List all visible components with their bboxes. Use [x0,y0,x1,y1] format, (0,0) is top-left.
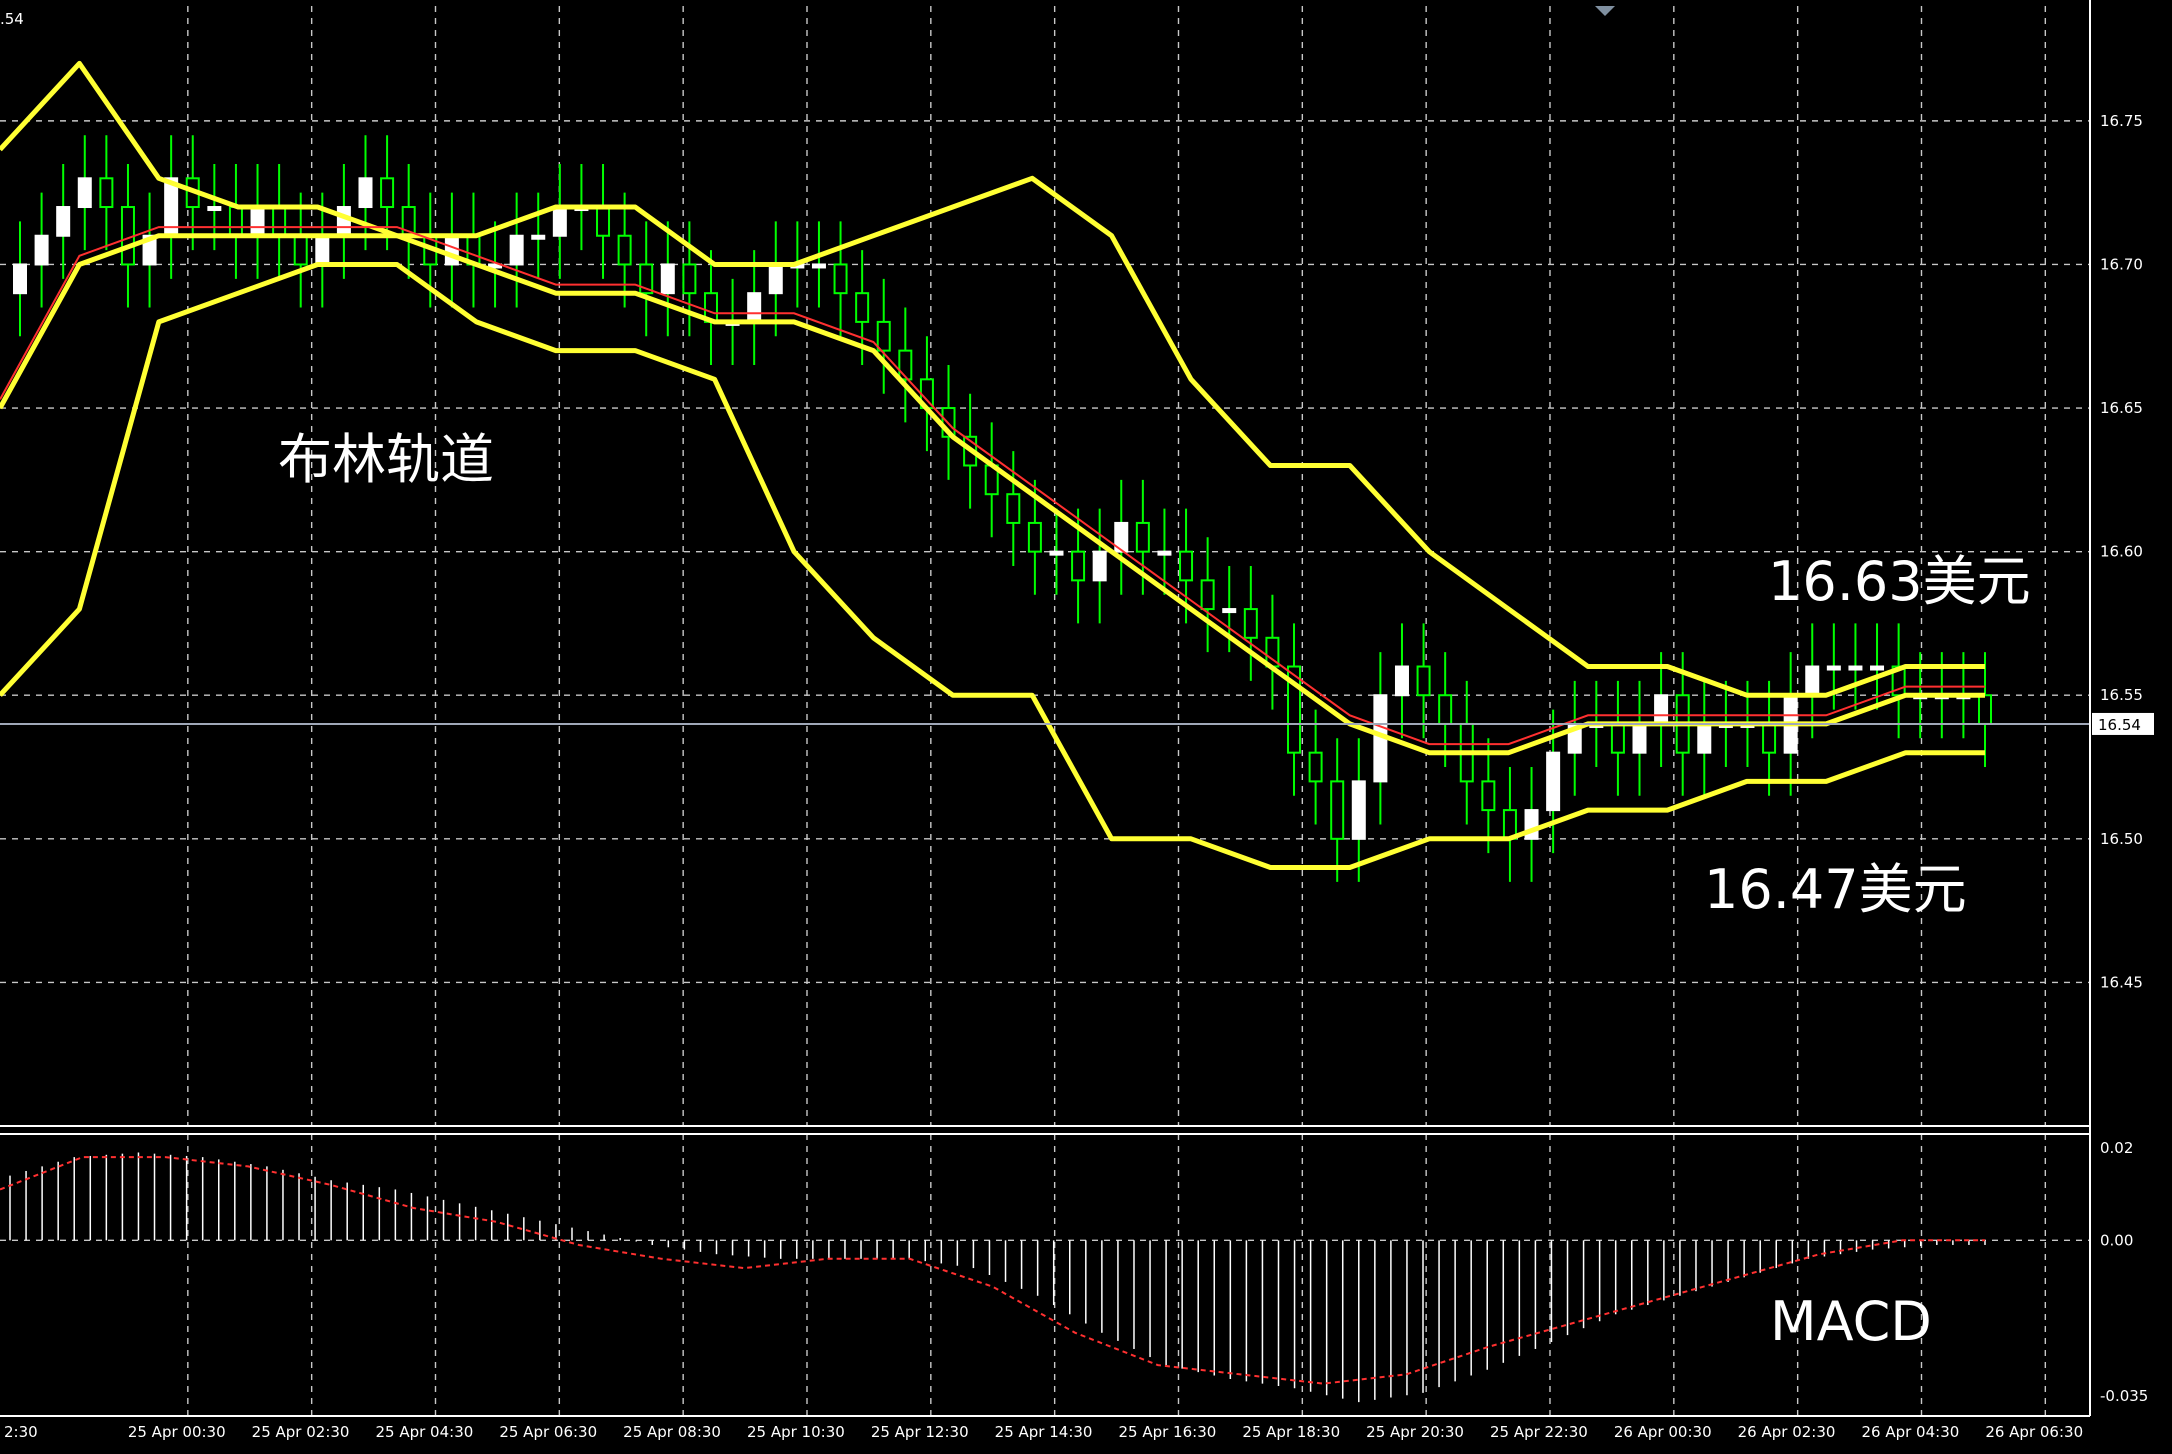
x-tick-label: 25 Apr 22:30 [1490,1423,1588,1441]
candle-body [336,206,351,237]
candle-body [1135,521,1150,553]
x-tick-label: 25 Apr 14:30 [995,1423,1093,1441]
y-tick-label: 16.60 [2100,543,2143,561]
lower-price-label: 16.47美元 [1704,858,1967,921]
x-tick-label: 25 Apr 12:30 [871,1423,969,1441]
candle-body [272,206,287,237]
x-tick-label: 25 Apr 08:30 [623,1423,721,1441]
x-tick-label: 26 Apr 06:30 [1985,1423,2083,1441]
candle-body [1654,694,1669,725]
candle-body [898,349,913,381]
candle-body [1870,665,1885,671]
candle-body [1546,751,1561,812]
candle-body [380,177,395,209]
x-tick-label: 25 Apr 16:30 [1118,1423,1216,1441]
candle-body [444,234,459,266]
candle-body [1308,751,1323,783]
candle-body [747,292,762,323]
candle-body [617,234,632,266]
current-price-value: 16.54 [2098,716,2141,734]
candle-body [1632,722,1647,754]
candle-body [596,206,611,237]
corner-price-label: .54 [0,10,24,28]
candle-body [1805,665,1820,697]
macd-y-tick-label: 0.02 [2100,1139,2133,1157]
y-tick-label: 16.70 [2100,255,2143,273]
candle-body [1416,665,1431,697]
candle-body [1394,665,1409,697]
candle-body [876,320,891,352]
candle-body [768,263,783,295]
candle-body [811,263,826,269]
candle-body [682,263,697,295]
candle-body [1157,550,1172,556]
candle-body [1049,550,1064,556]
candle-body [207,206,222,212]
candle-body [13,263,27,295]
candle-body [509,234,524,266]
candle-body [1179,550,1194,582]
x-tick-label: 2:30 [4,1423,38,1441]
candle-body [250,206,265,237]
candle-body [552,206,567,237]
x-tick-label: 25 Apr 20:30 [1366,1423,1464,1441]
candle-body [1092,550,1107,582]
candle-body [56,206,71,237]
candle-body [1071,550,1086,582]
x-tick-label: 26 Apr 04:30 [1861,1423,1959,1441]
candle-body [1438,694,1453,725]
candle-body [1481,780,1496,812]
candle-body [1330,780,1345,840]
x-tick-label: 25 Apr 06:30 [499,1423,597,1441]
x-tick-label: 25 Apr 04:30 [375,1423,473,1441]
candle-body [1027,521,1042,553]
candle-body [1610,722,1625,754]
candle-body [99,177,114,209]
y-tick-label: 16.45 [2100,973,2143,991]
x-tick-label: 26 Apr 00:30 [1614,1423,1712,1441]
y-tick-label: 16.50 [2100,830,2143,848]
y-tick-label: 16.55 [2100,686,2143,704]
macd-y-tick-label: 0.00 [2100,1231,2133,1249]
candle-body [1222,608,1237,614]
candle-body [1200,579,1215,611]
bollinger-label: 布林轨道 [278,428,494,491]
x-tick-label: 25 Apr 10:30 [747,1423,845,1441]
candle-body [1697,722,1712,754]
candle-body [1243,608,1258,639]
candle-body [34,234,49,266]
candle-body [1762,722,1777,754]
candle-body [1826,665,1841,671]
candle-body [531,234,546,240]
macd-y-tick-label: -0.035 [2100,1387,2148,1405]
x-tick-label: 25 Apr 00:30 [128,1423,226,1441]
candle-body [1351,780,1366,840]
candle-body [358,177,373,209]
candle-body [1006,493,1021,524]
upper-price-label: 16.63美元 [1768,550,2031,613]
x-tick-label: 25 Apr 02:30 [252,1423,350,1441]
x-tick-label: 25 Apr 18:30 [1242,1423,1340,1441]
y-tick-label: 16.75 [2100,112,2143,130]
candle-body [1978,694,1992,725]
candle-body [293,234,308,266]
macd-label: MACD [1770,1290,1932,1353]
candle-body [315,234,330,266]
x-tick-label: 26 Apr 02:30 [1738,1423,1836,1441]
candle-body [660,263,675,295]
candle-body [1848,665,1863,671]
price-chart: 2:30 25 Apr 00:30 25 Apr 02:30 25 Apr 04:30… [0,0,2172,1454]
candle-body [228,206,243,237]
y-tick-label: 16.65 [2100,399,2143,417]
candle-body [77,177,92,209]
candle-body [855,292,870,323]
candle-body [833,263,848,295]
